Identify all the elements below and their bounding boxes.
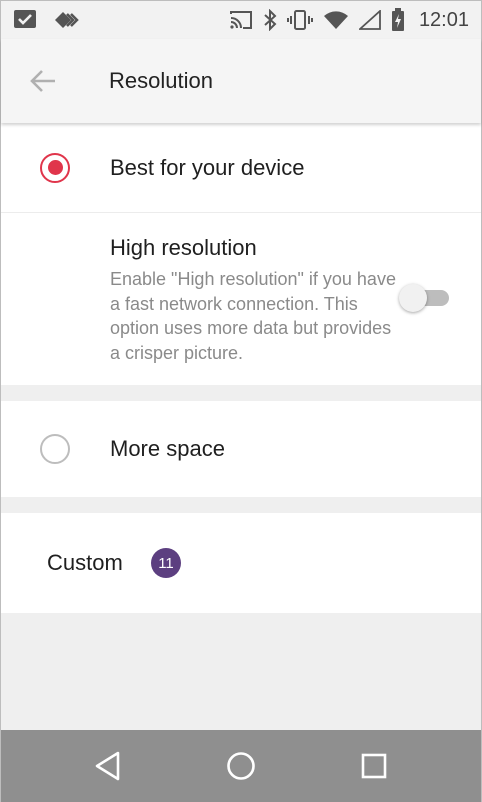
vibrate-icon (286, 9, 313, 31)
status-right-icons: 12:01 (229, 8, 469, 32)
more-space-card: More space (1, 401, 481, 497)
radio-dot (47, 160, 63, 175)
back-triangle-icon (95, 751, 119, 781)
system-nav-bar (1, 730, 481, 802)
high-resolution-description: Enable "High resolution" if you have a f… (110, 269, 396, 363)
option-more-space-label: More space (110, 436, 225, 461)
signal-icon (358, 10, 381, 30)
diamond-arrows-icon (53, 10, 81, 30)
status-time: 12:01 (418, 8, 469, 31)
home-circle-icon (227, 752, 255, 780)
custom-card: Custom 11 (1, 513, 481, 613)
radio-best-selected[interactable] (40, 152, 70, 183)
status-left-icons (13, 9, 81, 31)
back-button[interactable] (1, 39, 85, 123)
option-best-label: Best for your device (110, 154, 305, 180)
cast-icon (229, 10, 253, 30)
bluetooth-icon (263, 9, 277, 31)
nav-home-button[interactable] (211, 736, 271, 796)
page-title: Resolution (109, 68, 213, 93)
nav-recents-button[interactable] (344, 736, 404, 796)
best-option-card: Best for your device High resolution Ena… (1, 123, 481, 385)
high-resolution-title: High resolution (110, 235, 257, 260)
battery-charging-icon (391, 8, 405, 32)
option-more-space[interactable]: More space (1, 401, 481, 497)
app-bar: Resolution (1, 39, 481, 123)
checkbox-notification-icon (13, 9, 39, 31)
radio-more-space[interactable] (40, 434, 70, 464)
option-custom[interactable]: Custom 11 (1, 513, 481, 613)
recents-square-icon (362, 753, 387, 779)
high-resolution-toggle[interactable] (399, 283, 451, 312)
custom-label: Custom (47, 550, 123, 575)
wifi-icon (323, 10, 349, 30)
status-bar: 12:01 (1, 1, 481, 39)
option-best-for-device[interactable]: Best for your device (1, 123, 481, 213)
custom-count-badge: 11 (151, 548, 181, 578)
arrow-left-icon (30, 70, 55, 92)
nav-back-button[interactable] (78, 736, 138, 796)
toggle-thumb (399, 284, 427, 312)
